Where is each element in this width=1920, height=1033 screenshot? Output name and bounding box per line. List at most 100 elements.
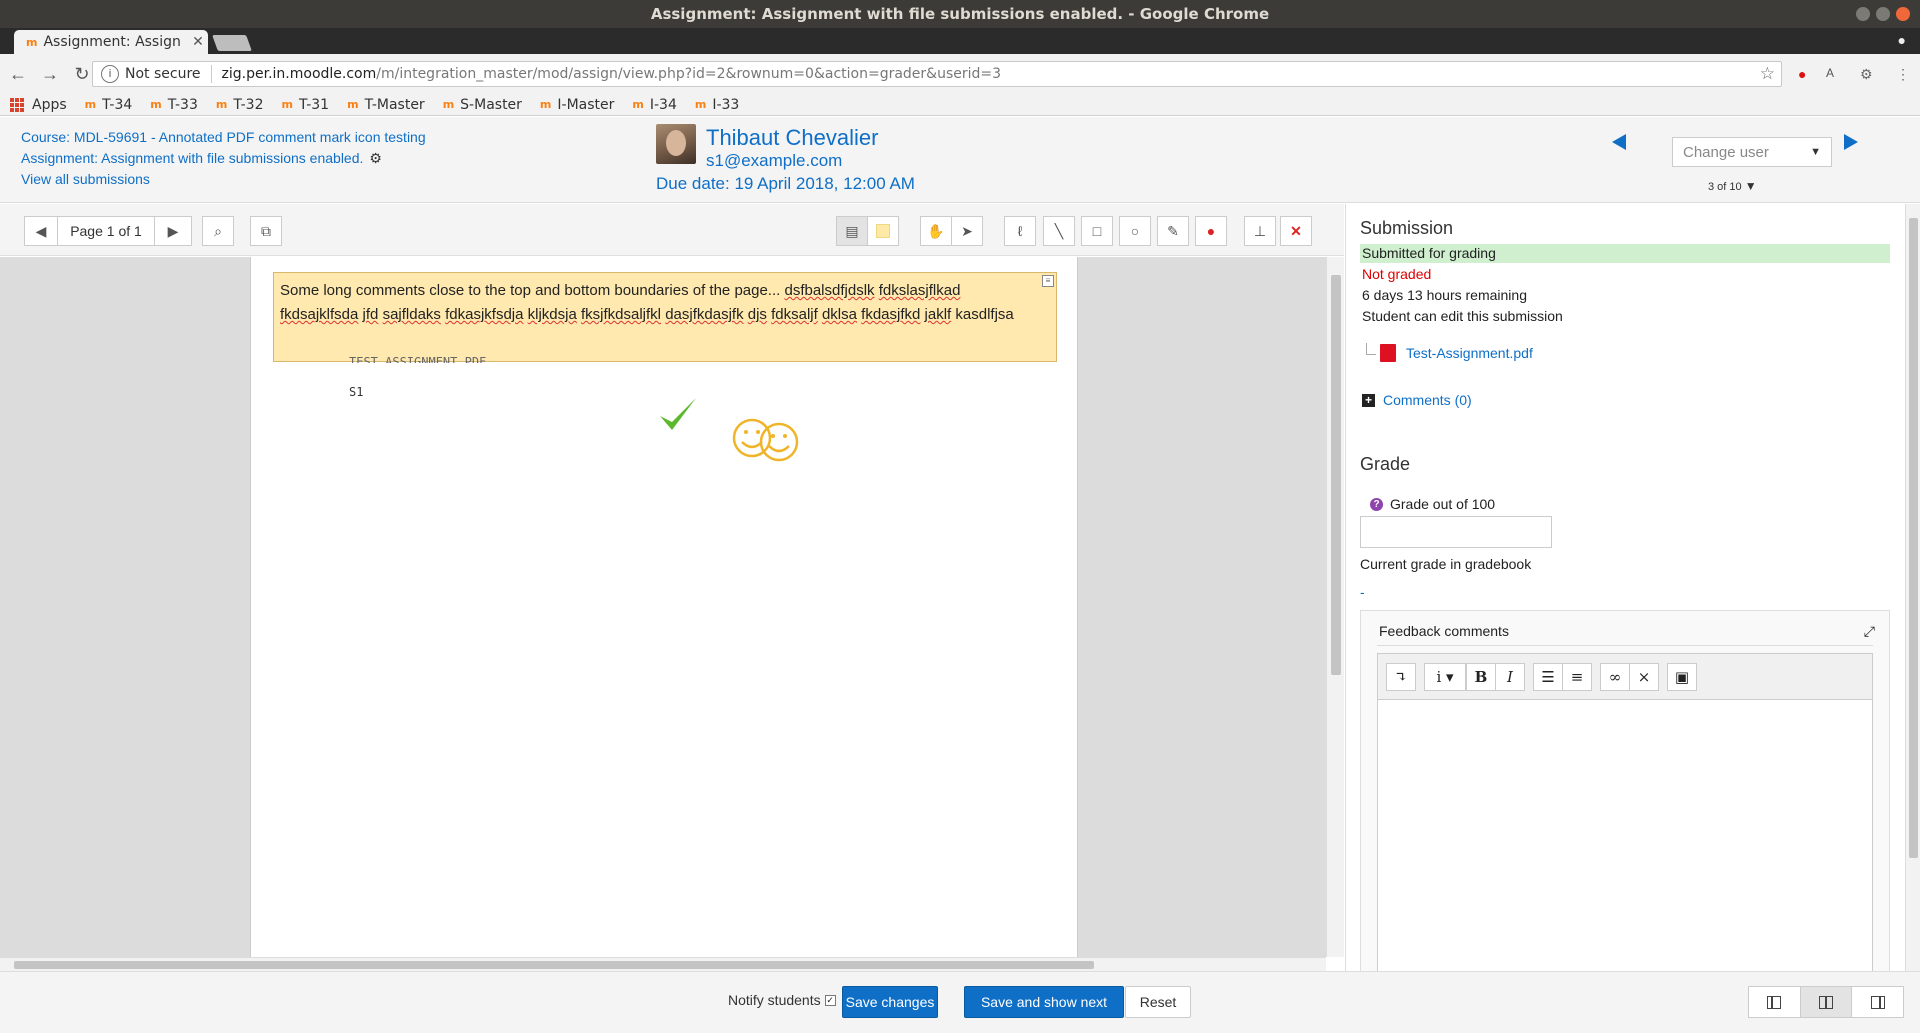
scrollbar-thumb[interactable] xyxy=(1331,275,1341,675)
bookmark-apps[interactable]: Apps xyxy=(10,97,67,113)
pdf-viewer[interactable] xyxy=(0,257,1326,957)
comment-color-button[interactable] xyxy=(867,216,899,246)
link-button[interactable]: ∞ xyxy=(1600,663,1630,691)
translate-extension-icon[interactable]: A xyxy=(1826,66,1834,80)
circle-icon: ○ xyxy=(1130,223,1140,239)
notify-students-option[interactable]: Notify students ✓ xyxy=(728,992,836,1008)
comments-toggle[interactable]: + Comments (0) xyxy=(1362,392,1472,408)
pen-icon: ℓ xyxy=(1017,223,1023,239)
ordered-list-button[interactable]: ≡ xyxy=(1562,663,1592,691)
expand-comments-button[interactable]: ⧉ xyxy=(250,216,282,246)
scrollbar-thumb[interactable] xyxy=(14,961,1094,969)
fullscreen-expand-icon[interactable]: ⤢ xyxy=(1864,623,1875,640)
gear-icon[interactable]: ⚙ xyxy=(369,148,382,169)
new-tab-button[interactable] xyxy=(212,35,252,51)
rectangle-tool-button[interactable]: □ xyxy=(1081,216,1113,246)
italic-button[interactable]: I xyxy=(1495,663,1525,691)
forward-icon[interactable]: → xyxy=(36,64,64,85)
bookmark-item[interactable]: m I-34 xyxy=(632,97,676,113)
next-user-arrow-icon[interactable] xyxy=(1844,134,1858,150)
close-window-button[interactable] xyxy=(1896,7,1910,21)
pen-tool-button[interactable]: ℓ xyxy=(1004,216,1036,246)
change-user-select[interactable]: Change user ▼ xyxy=(1672,137,1832,167)
unordered-list-button[interactable]: ☰ xyxy=(1533,663,1563,691)
scrollbar-thumb[interactable] xyxy=(1909,218,1918,858)
previous-page-button[interactable]: ◀ xyxy=(24,216,58,246)
bookmark-item[interactable]: m T-31 xyxy=(281,97,329,113)
profile-icon[interactable]: ● xyxy=(1898,32,1906,48)
grade-input[interactable] xyxy=(1360,516,1552,548)
submission-heading: Submission xyxy=(1360,218,1454,238)
pan-tool-button[interactable]: ✋ xyxy=(920,216,952,246)
smiley-stamp-icon[interactable] xyxy=(730,414,802,464)
grader-actions-bar: Notify students ✓ Save changes Save and … xyxy=(0,971,1920,1033)
search-comments-button[interactable]: ⌕ xyxy=(202,216,234,246)
user-counter[interactable]: 3 of 10 ▼ xyxy=(1708,179,1757,193)
minimize-window-button[interactable] xyxy=(1856,7,1870,21)
apps-grid-icon xyxy=(10,97,24,112)
bold-button[interactable]: B xyxy=(1466,663,1496,691)
time-remaining: 6 days 13 hours remaining xyxy=(1362,287,1527,303)
user-name[interactable]: Thibaut Chevalier xyxy=(706,125,878,151)
info-icon[interactable]: i xyxy=(101,65,119,83)
stamp-tool-button[interactable]: ⊥ xyxy=(1244,216,1276,246)
collapse-review-panel-button[interactable] xyxy=(1852,987,1903,1017)
select-tool-button[interactable]: ➤ xyxy=(951,216,983,246)
chrome-menu-icon[interactable]: ⋮ xyxy=(1896,66,1910,83)
submission-file-link[interactable]: Test-Assignment.pdf xyxy=(1406,345,1533,361)
close-tab-icon[interactable]: ✕ xyxy=(188,34,208,50)
bookmark-item[interactable]: m T-33 xyxy=(150,97,198,113)
pdf-comment[interactable]: Some long comments close to the top and … xyxy=(273,272,1057,362)
settings-extension-icon[interactable]: ⚙ xyxy=(1860,66,1873,83)
filter-icon[interactable]: ▼ xyxy=(1745,179,1757,193)
reset-button[interactable]: Reset xyxy=(1125,986,1191,1018)
bookmark-item[interactable]: m I-33 xyxy=(695,97,739,113)
assignment-link[interactable]: Assignment: Assignment with file submiss… xyxy=(21,148,426,169)
paragraph-styles-button[interactable]: i ▾ xyxy=(1424,663,1466,691)
save-changes-button[interactable]: Save changes xyxy=(842,986,938,1018)
unlink-button[interactable]: ⨯ xyxy=(1629,663,1659,691)
delete-annotation-button[interactable]: ✕ xyxy=(1280,216,1312,246)
collapse-grade-panel-button[interactable] xyxy=(1749,987,1801,1017)
browser-tab[interactable]: m Assignment: Assign ✕ xyxy=(14,30,208,54)
next-page-button[interactable]: ▶ xyxy=(154,216,192,246)
page-selector[interactable]: Page 1 of 1 xyxy=(57,216,155,246)
oval-tool-button[interactable]: ○ xyxy=(1119,216,1151,246)
view-all-submissions-link[interactable]: View all submissions xyxy=(21,169,426,190)
insert-image-button[interactable]: ▣ xyxy=(1667,663,1697,691)
save-and-show-next-button[interactable]: Save and show next xyxy=(964,986,1124,1018)
user-email[interactable]: s1@example.com xyxy=(706,151,842,171)
pdf-vertical-scrollbar[interactable] xyxy=(1326,257,1344,957)
bookmark-item[interactable]: m T-Master xyxy=(347,97,425,113)
bookmark-item[interactable]: m T-34 xyxy=(85,97,133,113)
previous-user-arrow-icon[interactable] xyxy=(1612,134,1626,150)
bookmark-item[interactable]: m S-Master xyxy=(443,97,522,113)
opera-extension-icon[interactable]: ● xyxy=(1798,66,1806,82)
notify-students-checkbox[interactable]: ✓ xyxy=(824,994,836,1006)
comment-tool-button[interactable]: ▤ xyxy=(836,216,868,246)
pdf-horizontal-scrollbar[interactable] xyxy=(0,957,1326,971)
bookmark-item[interactable]: m T-32 xyxy=(216,97,264,113)
current-grade-value[interactable]: - xyxy=(1360,584,1365,600)
chevron-down-icon: ▼ xyxy=(1810,146,1821,158)
help-icon[interactable]: ? xyxy=(1370,498,1383,511)
address-bar[interactable]: i Not secure zig.per.in.moodle.com/m/int… xyxy=(92,61,1782,87)
comments-link[interactable]: Comments (0) xyxy=(1383,392,1472,408)
comment-menu-icon[interactable]: ≡ xyxy=(1042,275,1054,287)
feedback-editor[interactable] xyxy=(1377,699,1873,971)
default-layout-button[interactable] xyxy=(1800,987,1853,1017)
checkmark-stamp-icon[interactable] xyxy=(656,392,702,438)
course-link[interactable]: Course: MDL-59691 - Annotated PDF commen… xyxy=(21,127,426,148)
bookmark-item[interactable]: m I-Master xyxy=(540,97,614,113)
highlight-tool-button[interactable]: ✎ xyxy=(1157,216,1189,246)
bookmark-star-icon[interactable]: ☆ xyxy=(1760,64,1775,84)
line-tool-button[interactable]: ╲ xyxy=(1043,216,1075,246)
toolbar-toggle-button[interactable]: ↴ xyxy=(1386,663,1416,691)
color-tool-button[interactable]: ● xyxy=(1195,216,1227,246)
back-icon[interactable]: ← xyxy=(4,64,32,85)
grade-panel-scrollbar[interactable] xyxy=(1905,204,1920,971)
maximize-window-button[interactable] xyxy=(1876,7,1890,21)
moodle-bookmark-icon: m xyxy=(539,98,552,111)
avatar[interactable] xyxy=(656,124,696,164)
header-links: Course: MDL-59691 - Annotated PDF commen… xyxy=(21,127,426,190)
